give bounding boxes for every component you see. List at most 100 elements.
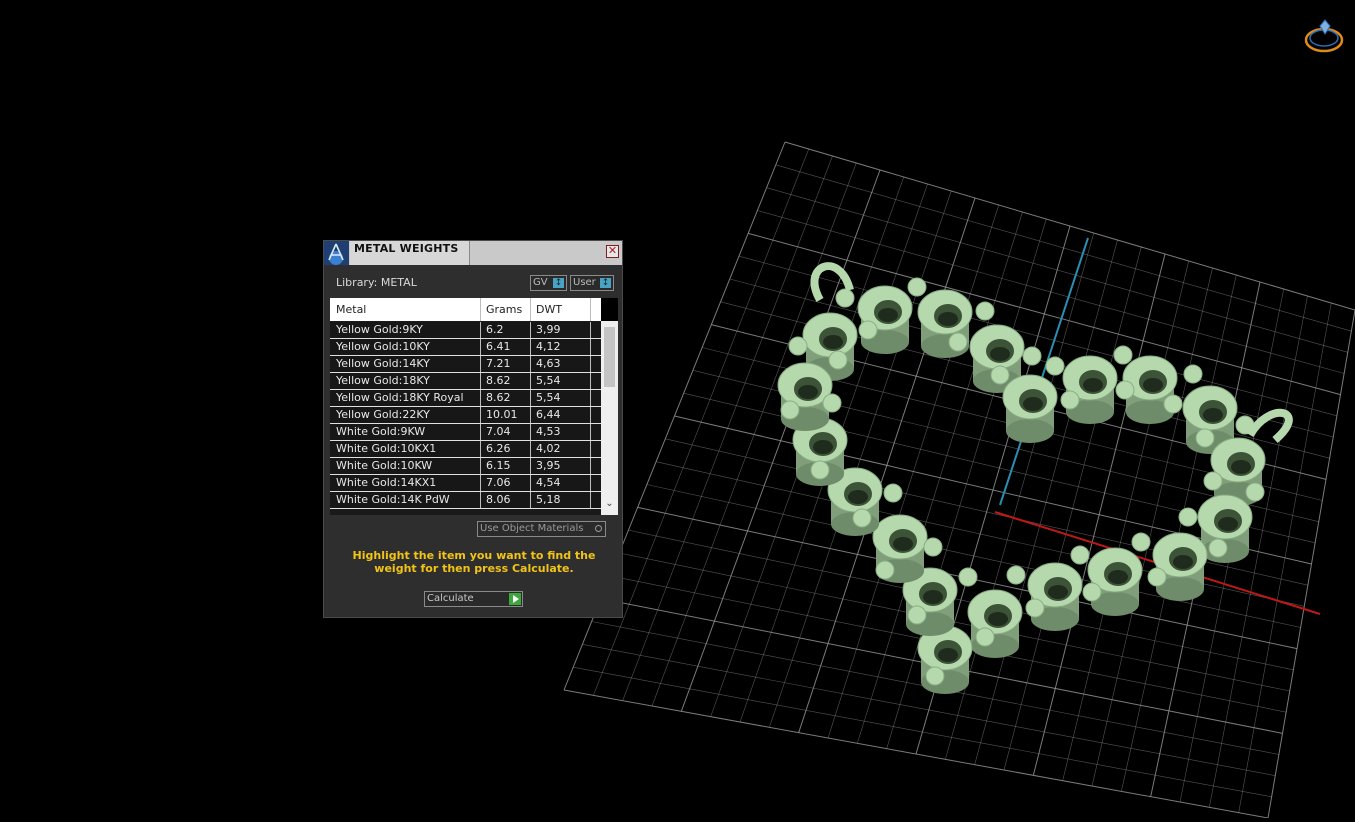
cell-dwt: 3,99 [536,323,561,336]
library-label: Library: METAL [336,276,417,289]
column-divider [590,298,591,321]
close-icon[interactable]: ✕ [606,245,619,258]
prong-bead [858,320,878,340]
cell-grams: 7.04 [486,425,511,438]
unit-select-user-label: User [573,277,596,288]
prong-bead [1245,482,1265,502]
panel-title: METAL WEIGHTS [354,242,459,255]
column-header-metal[interactable]: Metal [336,303,366,316]
cell-grams: 6.2 [486,323,504,336]
unit-select-gv[interactable]: GV ↕ [530,275,567,291]
prong-bead [1208,538,1228,558]
unit-select-gv-label: GV [533,277,548,288]
prong-bead [780,400,800,420]
prong-bead [975,301,995,321]
cell-dwt: 5,54 [536,374,561,387]
table-row[interactable]: White Gold:14KX1 7.06 4,54 [330,475,601,492]
grid-line [974,239,1118,765]
radio-dot-icon [595,525,602,532]
instruction-text: Highlight the item you want to find the … [352,549,596,575]
prong-bead [907,277,927,297]
table-row[interactable]: White Gold:9KW 7.04 4,53 [330,424,601,441]
table-header: Metal Grams DWT [330,298,601,321]
prong-bead [1025,598,1045,618]
app-logo-icon [324,241,349,265]
prong-bead [925,666,945,686]
cell-metal: Yellow Gold:18KY [336,374,430,387]
unit-select-user[interactable]: User ↕ [570,275,614,291]
prong-bead [1113,345,1133,365]
prong-bead [1183,364,1203,384]
scrollbar-thumb[interactable] [604,327,615,387]
bezel-cup [1062,355,1118,424]
prong-bead [975,627,995,647]
table-row[interactable]: White Gold:14K PdW 8.06 5,18 [330,492,601,509]
prong-bead [958,567,978,587]
cell-grams: 8.62 [486,391,511,404]
object-materials-dropdown[interactable]: Use Object Materials [477,521,606,537]
bezel-cup [777,362,833,431]
column-header-dwt[interactable]: DWT [536,303,562,316]
cell-dwt: 6,44 [536,408,561,421]
prong-bead [835,288,855,308]
grid-line [1091,267,1213,787]
spinner-icon: ↕ [600,278,611,288]
cell-grams: 6.26 [486,442,511,455]
bezel-cup [1027,562,1083,631]
nav-ring-icon[interactable] [1300,18,1346,58]
bezel-cup [857,285,913,354]
prong-bead [1006,565,1026,585]
grid-line [573,666,1272,798]
prong-bead [1163,394,1183,414]
play-arrow-icon [509,593,521,605]
metal-weights-panel: METAL WEIGHTS ✕ Library: METAL GV ↕ User… [323,240,623,618]
cell-grams: 6.15 [486,459,511,472]
cell-metal: Yellow Gold:22KY [336,408,430,421]
column-divider [480,298,481,321]
cell-metal: White Gold:10KX1 [336,442,437,455]
cell-metal: Yellow Gold:14KY [336,357,430,370]
prong-bead [1045,356,1065,376]
bezel-cup [1087,547,1143,616]
cell-dwt: 4,53 [536,425,561,438]
cell-metal: Yellow Gold:9KY [336,323,423,336]
cell-dwt: 5,18 [536,493,561,506]
table-row[interactable]: Yellow Gold:9KY 6.2 3,99 [330,322,601,339]
calculate-button[interactable]: Calculate [424,591,523,607]
table-row[interactable]: Yellow Gold:10KY 6.41 4,12 [330,339,601,356]
table-row[interactable]: White Gold:10KX1 6.26 4,02 [330,441,601,458]
cell-dwt: 3,95 [536,459,561,472]
prong-bead [852,508,872,528]
prong-bead [822,393,842,413]
prong-bead [1082,582,1102,602]
cell-dwt: 4,12 [536,340,561,353]
cell-dwt: 4,02 [536,442,561,455]
table-row[interactable]: Yellow Gold:18KY Royal 8.62 5,54 [330,390,601,407]
prong-bead [948,332,968,352]
table-row[interactable]: Yellow Gold:22KY 10.01 6,44 [330,407,601,424]
object-materials-label: Use Object Materials [480,523,584,534]
bezel-cup [917,625,973,694]
grid-line [1267,309,1355,819]
heart-pendant-model[interactable] [777,262,1293,694]
column-header-grams[interactable]: Grams [486,303,522,316]
cell-dwt: 4,54 [536,476,561,489]
cell-metal: White Gold:14KX1 [336,476,437,489]
cell-metal: White Gold:10KW [336,459,433,472]
table-scrollbar[interactable]: ⌄ [601,321,618,515]
cell-metal: Yellow Gold:18KY Royal [336,391,464,404]
cell-grams: 7.21 [486,357,511,370]
3d-viewport[interactable] [0,0,1355,819]
prong-bead [875,560,895,580]
prong-bead [923,537,943,557]
panel-titlebar[interactable]: METAL WEIGHTS ✕ [324,241,622,265]
cell-grams: 7.06 [486,476,511,489]
scroll-down-icon[interactable]: ⌄ [604,497,615,511]
cell-dwt: 5,54 [536,391,561,404]
column-divider [530,298,531,321]
table-row[interactable]: Yellow Gold:18KY 8.62 5,54 [330,373,601,390]
prong-bead [810,460,830,480]
table-row[interactable]: Yellow Gold:14KY 7.21 4,63 [330,356,601,373]
scrollbar-corner [601,298,618,321]
table-row[interactable]: White Gold:10KW 6.15 3,95 [330,458,601,475]
